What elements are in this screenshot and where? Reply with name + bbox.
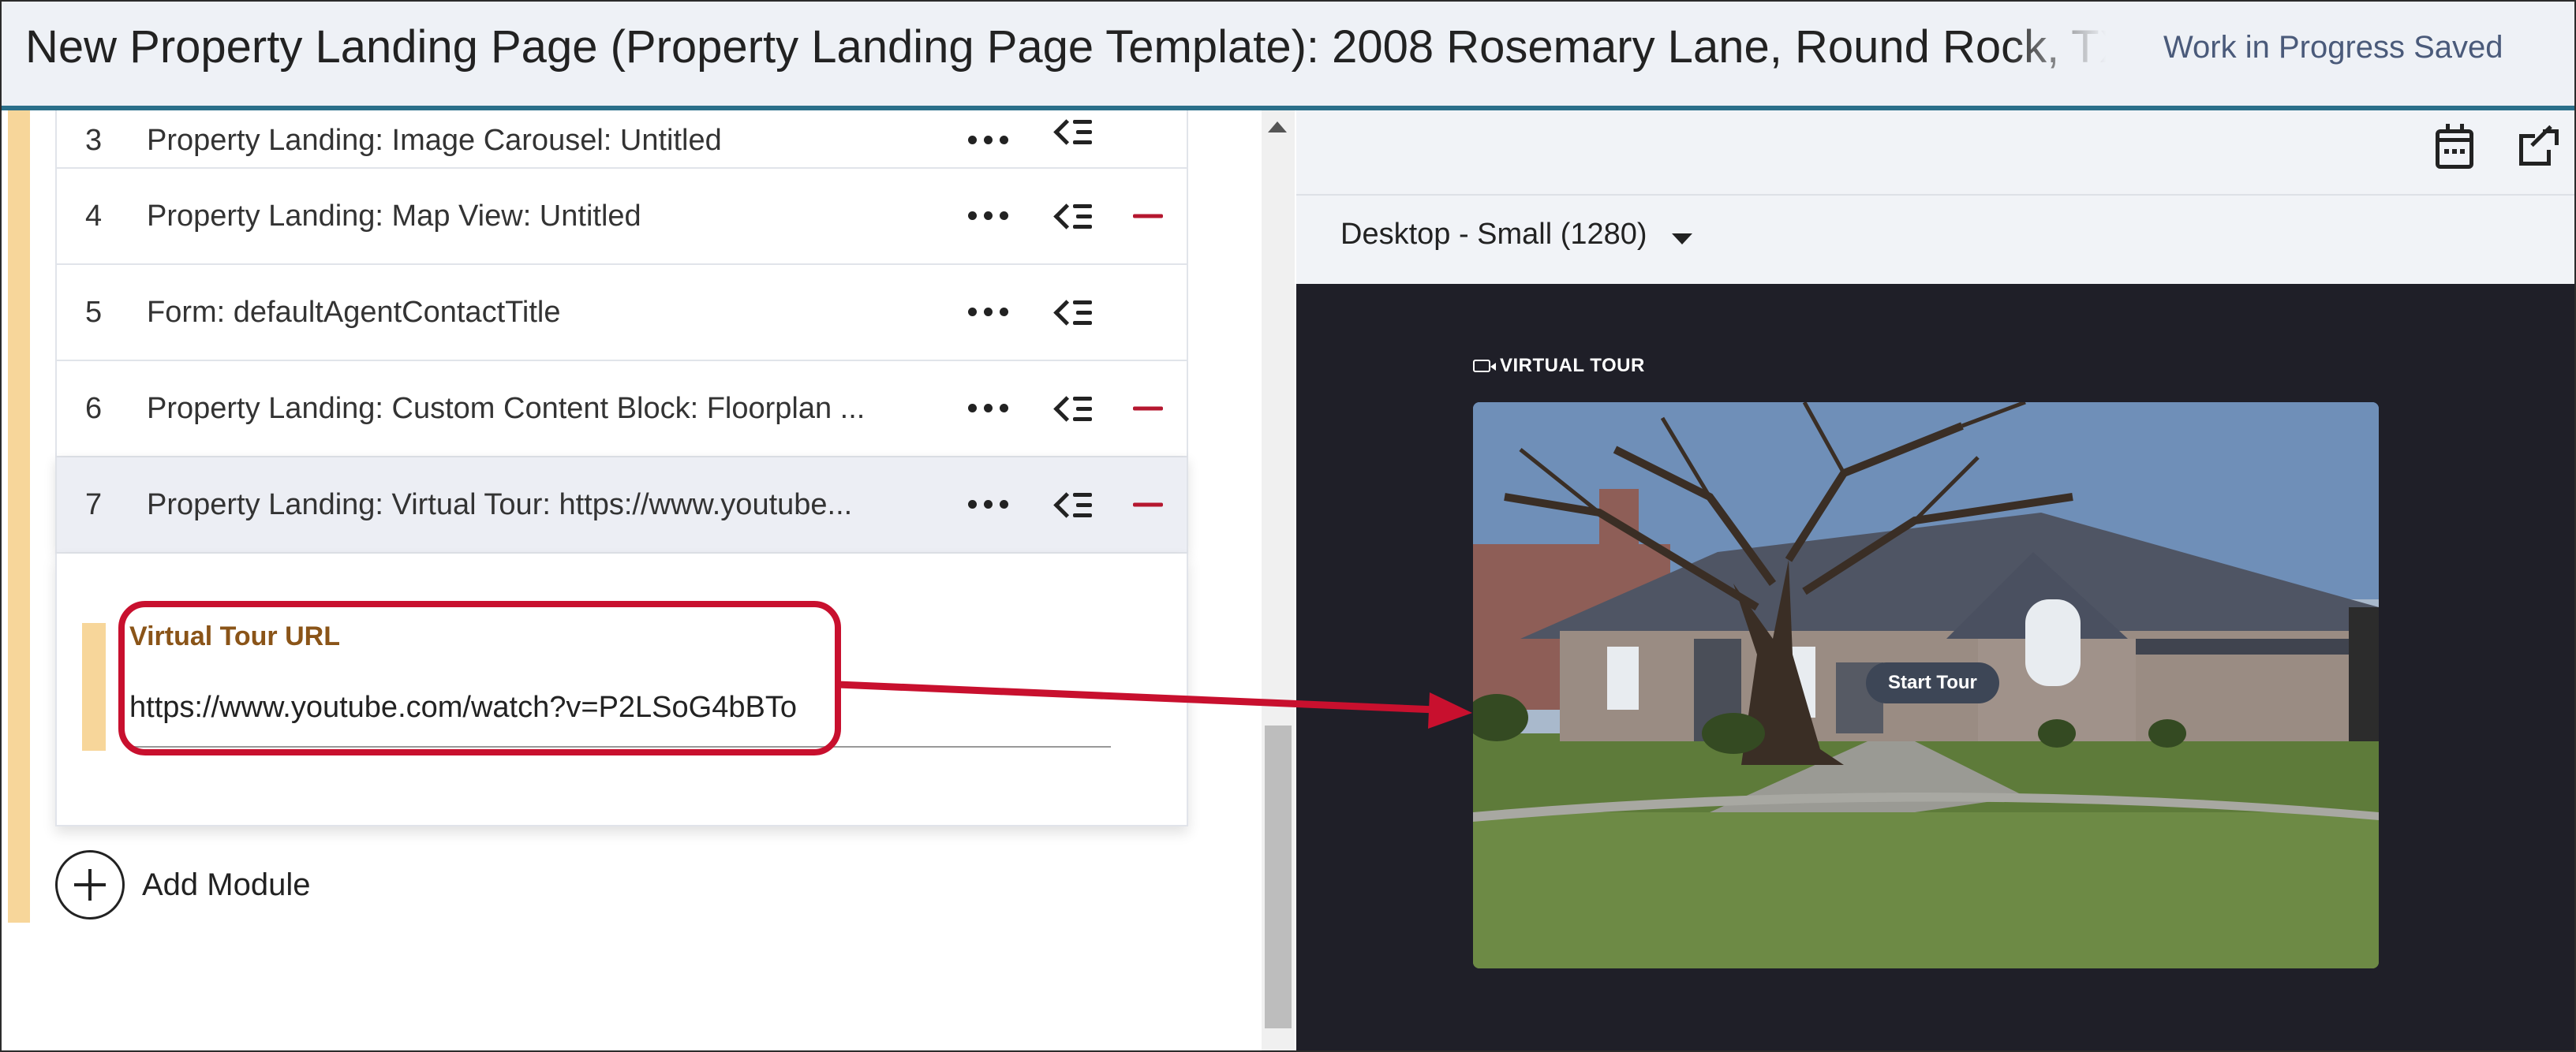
remove-module-minus-icon[interactable] [1133,214,1163,218]
caret-down-icon[interactable] [1672,233,1692,244]
outline-list-icon[interactable] [1052,118,1092,145]
outline-list-icon[interactable] [1052,491,1092,518]
module-list: 3 Property Landing: Image Carousel: Unti… [55,110,1188,826]
virtual-tour-heading-text: VIRTUAL TOUR [1500,355,1645,376]
preview-panel: Desktop - Small (1280) VIRTUAL TOUR Star… [1296,110,2574,1050]
device-selector-value: Desktop - Small (1280) [1340,218,1647,251]
module-row[interactable]: 5 Form: defaultAgentContactTitle [55,265,1188,361]
module-editor-panel: 3 Property Landing: Image Carousel: Unti… [2,110,1268,1050]
more-dots-icon[interactable] [968,500,1009,509]
start-tour-button[interactable]: Start Tour [1866,662,1999,703]
more-dots-icon[interactable] [968,136,1009,145]
save-status: Work in Progress Saved [2163,30,2503,65]
virtual-tour-heading: VIRTUAL TOUR [1473,355,1645,377]
module-number: 3 [85,124,103,157]
preview-toolbar [1296,110,2574,196]
module-settings-expanded: Virtual Tour URL https://www.youtube.com… [55,554,1188,826]
external-link-icon[interactable] [2519,125,2559,169]
page-title: New Property Landing Page (Property Land… [25,21,2108,73]
module-number: 5 [85,295,103,329]
module-label: Property Landing: Custom Content Block: … [147,391,866,425]
virtual-tour-image[interactable]: Start Tour [1473,402,2379,968]
module-row[interactable]: 4 Property Landing: Map View: Untitled [55,169,1188,265]
module-label: Property Landing: Map View: Untitled [147,199,641,233]
scrollbar[interactable] [1262,110,1295,1050]
outline-list-icon[interactable] [1052,203,1092,229]
device-selector[interactable]: Desktop - Small (1280) [1296,196,2574,284]
section-accent-bar [8,110,30,923]
module-row[interactable]: 3 Property Landing: Image Carousel: Unti… [55,110,1188,169]
add-module-button[interactable]: Add Module [55,847,310,923]
field-accent-bar [82,623,106,751]
video-camera-icon [1473,360,1496,372]
header: New Property Landing Page (Property Land… [2,2,2574,110]
remove-module-minus-icon[interactable] [1133,406,1163,411]
scroll-up-arrow-icon[interactable] [1268,121,1287,132]
plus-circle-icon [55,850,125,920]
module-number: 7 [85,487,103,521]
annotation-highlight-box [118,601,841,755]
outline-list-icon[interactable] [1052,299,1092,326]
page-preview: VIRTUAL TOUR Start Tour [1296,284,2574,1050]
app-window: New Property Landing Page (Property Land… [0,0,2576,1052]
more-dots-icon[interactable] [968,211,1009,221]
calendar-icon[interactable] [2436,124,2473,169]
module-row[interactable]: 6 Property Landing: Custom Content Block… [55,361,1188,457]
module-label: Property Landing: Virtual Tour: https://… [147,487,853,521]
module-label: Form: defaultAgentContactTitle [147,295,561,329]
outline-list-icon[interactable] [1052,395,1092,422]
module-row-active[interactable]: 7 Property Landing: Virtual Tour: https:… [55,457,1188,554]
scroll-thumb[interactable] [1265,726,1292,1028]
remove-module-minus-icon[interactable] [1133,502,1163,507]
title-fade [2006,9,2124,88]
module-number: 4 [85,199,103,233]
module-number: 6 [85,391,103,425]
more-dots-icon[interactable] [968,404,1009,413]
module-label: Property Landing: Image Carousel: Untitl… [147,124,722,157]
more-dots-icon[interactable] [968,308,1009,317]
add-module-label: Add Module [142,867,311,902]
